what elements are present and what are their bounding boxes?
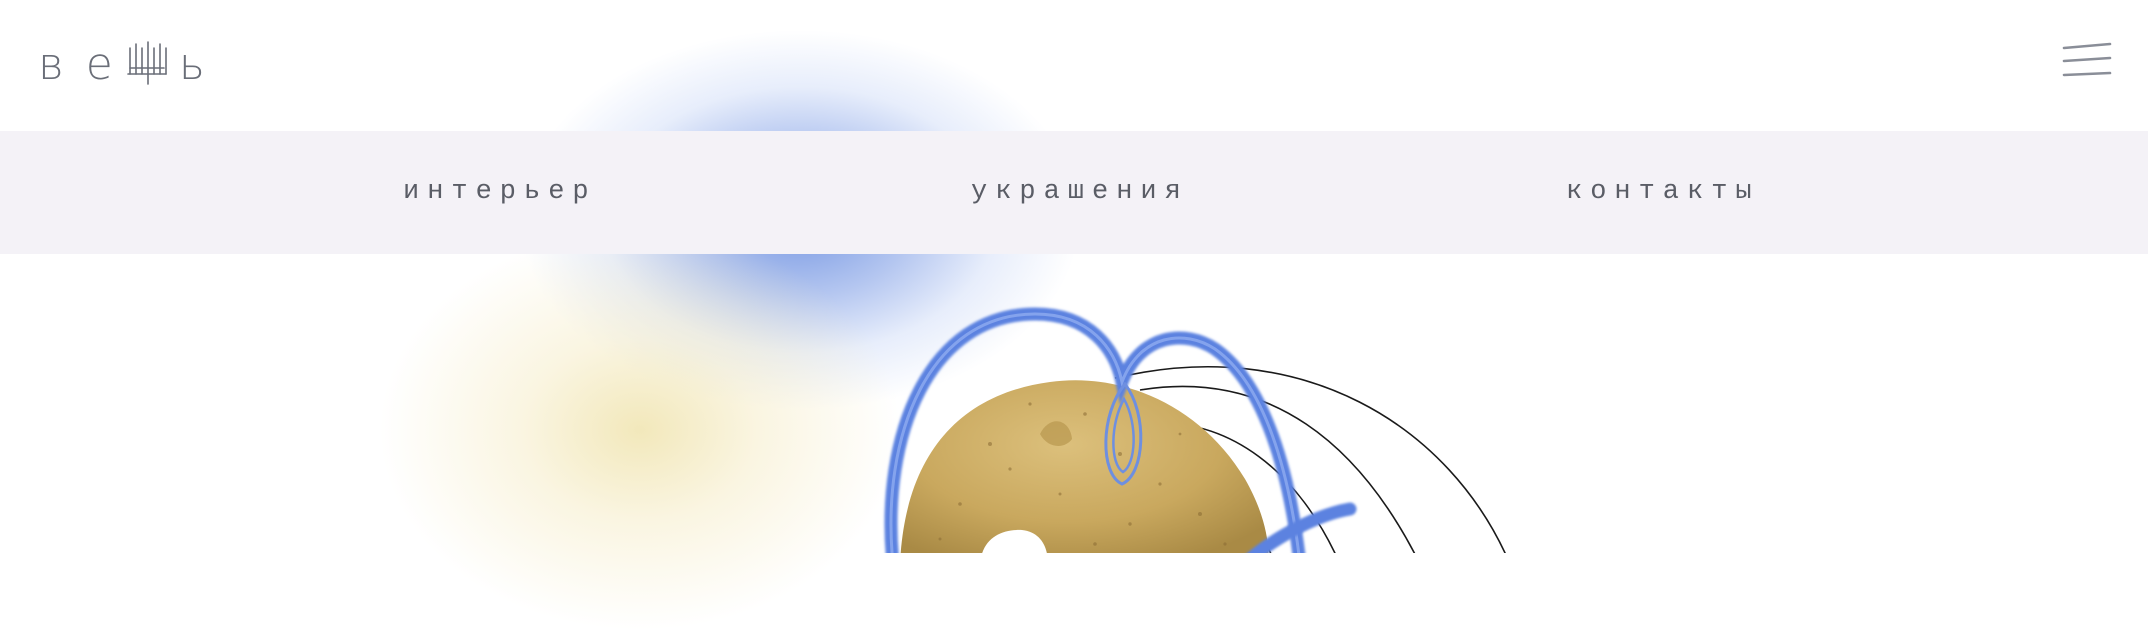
nav-item-contacts[interactable]: контакты — [1566, 177, 1760, 207]
main-nav: интерьер украшения контакты — [0, 131, 2148, 254]
logo-letter-v: в — [38, 38, 64, 90]
hamburger-icon — [2062, 42, 2112, 77]
nav-item-jewelry[interactable]: украшения — [971, 177, 1189, 207]
logo-letter-e: е — [85, 38, 113, 90]
hero-section — [0, 254, 2148, 553]
candelabra-glyph-icon — [127, 40, 167, 88]
menu-button[interactable] — [2062, 42, 2112, 78]
nav-item-interior[interactable]: интерьер — [403, 177, 597, 207]
sand-sculpture — [900, 380, 1269, 553]
site-header: в е ь — [0, 0, 2148, 131]
sculpture-illustration — [884, 307, 1506, 553]
logo-letter-soft-sign: ь — [178, 38, 205, 90]
site-logo[interactable]: в е ь — [38, 38, 205, 90]
